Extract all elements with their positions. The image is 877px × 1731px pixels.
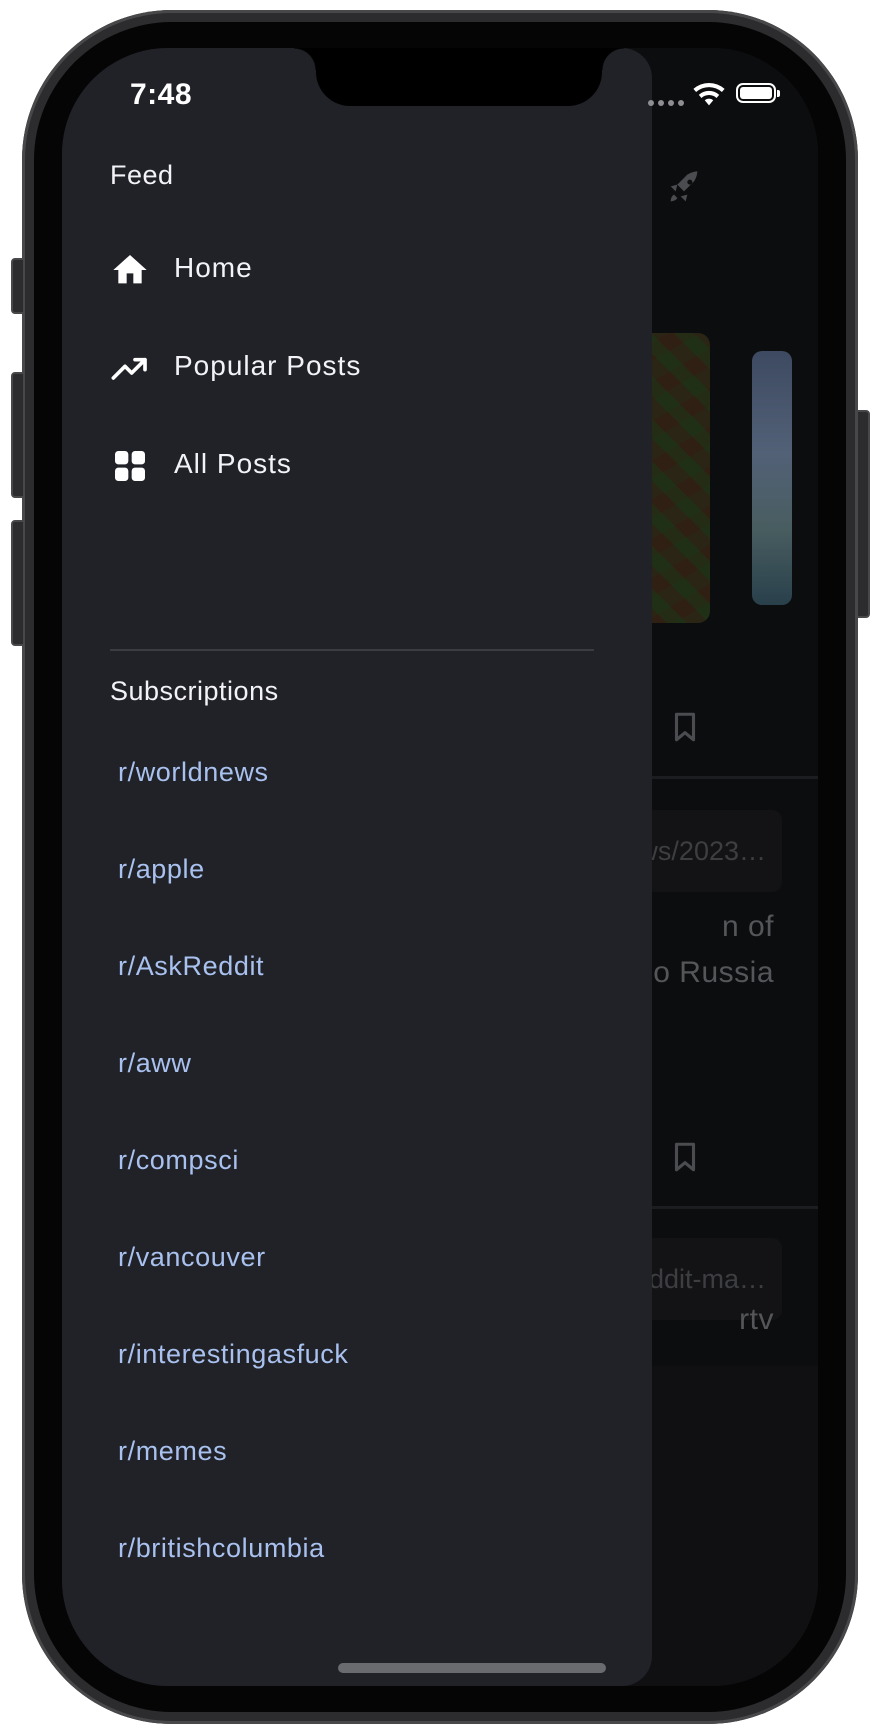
subscription-item[interactable]: r/britishcolumbia bbox=[118, 1518, 588, 1578]
device-notch bbox=[294, 48, 624, 106]
silent-switch bbox=[11, 258, 25, 314]
nav-item-label: All Posts bbox=[174, 448, 292, 479]
subscription-item[interactable]: r/worldnews bbox=[118, 742, 588, 802]
home-icon bbox=[113, 255, 147, 284]
subscription-item[interactable]: r/interestingasfuck bbox=[118, 1324, 588, 1384]
screen: ws/2023… n of o Russia ddit-ma… rtv Feed… bbox=[62, 48, 818, 1686]
drawer-divider bbox=[110, 649, 594, 651]
nav-item-popular-posts[interactable]: Popular Posts bbox=[110, 332, 590, 402]
subscription-item[interactable]: r/AskReddit bbox=[118, 936, 588, 996]
nav-item-all-posts[interactable]: All Posts bbox=[110, 430, 590, 500]
power-button bbox=[856, 410, 870, 618]
navigation-drawer: Feed Home Popular Posts All Posts Subscr… bbox=[62, 48, 652, 1686]
cellular-signal-icon bbox=[648, 100, 684, 108]
volume-down-button bbox=[11, 520, 25, 646]
battery-icon bbox=[736, 83, 780, 103]
nav-item-label: Home bbox=[174, 252, 253, 283]
subscriptions-heading: Subscriptions bbox=[110, 676, 279, 706]
wifi-icon bbox=[693, 82, 725, 106]
subscription-item[interactable]: r/memes bbox=[118, 1421, 588, 1481]
nav-item-home[interactable]: Home bbox=[110, 234, 590, 304]
grid-icon bbox=[115, 451, 145, 481]
trending-up-icon bbox=[111, 357, 147, 380]
subscription-item[interactable]: r/vancouver bbox=[118, 1227, 588, 1287]
feed-heading: Feed bbox=[110, 160, 174, 190]
home-indicator[interactable] bbox=[338, 1663, 606, 1673]
status-time: 7:48 bbox=[130, 78, 193, 111]
volume-up-button bbox=[11, 372, 25, 498]
subscription-item[interactable]: r/compsci bbox=[118, 1130, 588, 1190]
subscription-item[interactable]: r/apple bbox=[118, 839, 588, 899]
nav-item-label: Popular Posts bbox=[174, 350, 362, 381]
subscription-item[interactable]: r/aww bbox=[118, 1033, 588, 1093]
